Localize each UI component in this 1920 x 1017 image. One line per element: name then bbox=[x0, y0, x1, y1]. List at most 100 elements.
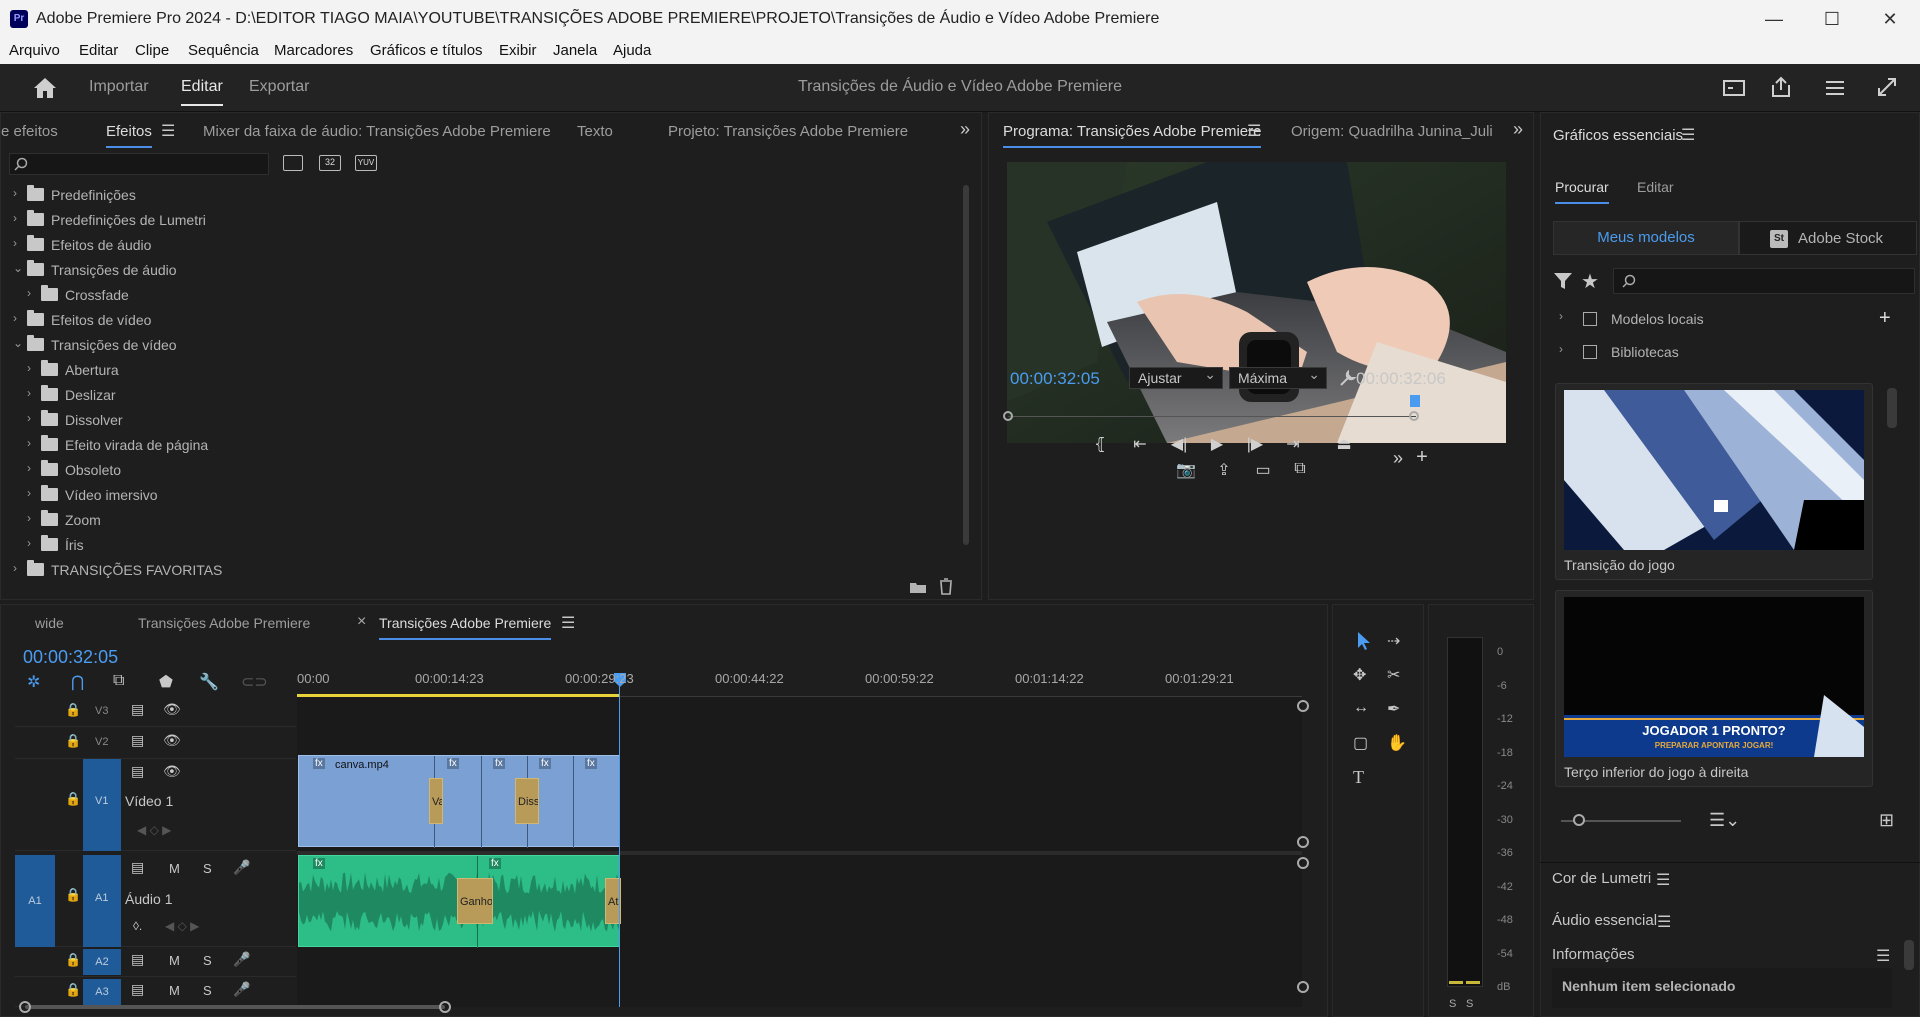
effects-tree-item[interactable]: › TRANSIÇÕES FAVORITAS bbox=[13, 558, 713, 582]
eye-icon[interactable]: 👁 bbox=[163, 763, 181, 780]
type-tool-icon[interactable]: T bbox=[1353, 767, 1364, 788]
tab-texto[interactable]: Texto bbox=[577, 123, 613, 140]
informacoes-header[interactable]: Informações bbox=[1552, 946, 1635, 963]
tab-origem[interactable]: Origem: Quadrilha Junina_Juli bbox=[1291, 123, 1493, 140]
chevron-down-icon[interactable]: ⌄ bbox=[13, 336, 25, 350]
sync-lock-icon[interactable]: ▤ bbox=[131, 763, 144, 780]
volume-keyframe-icon[interactable]: ◊. bbox=[133, 919, 142, 933]
effects-tree-item[interactable]: › Crossfade bbox=[27, 283, 727, 307]
new-bin-icon[interactable] bbox=[909, 580, 927, 594]
step-back-icon[interactable]: ◀| bbox=[1166, 434, 1192, 454]
chevron-right-icon[interactable]: › bbox=[27, 386, 39, 400]
lock-icon[interactable]: 🔒 bbox=[65, 791, 81, 807]
lock-icon[interactable]: 🔒 bbox=[65, 733, 81, 749]
monitor-menu-icon[interactable]: ☰ bbox=[1247, 121, 1261, 141]
share-icon[interactable] bbox=[1770, 76, 1792, 98]
vscroll-handle-top[interactable] bbox=[1297, 700, 1309, 712]
monitor-time-ruler[interactable] bbox=[1008, 403, 1416, 417]
more-controls-icon[interactable]: » bbox=[1385, 448, 1411, 469]
effects-scrollbar[interactable] bbox=[963, 185, 969, 545]
voiceover-mic-icon[interactable]: 🎤 bbox=[233, 981, 250, 998]
solo-right-button[interactable]: S bbox=[1466, 998, 1473, 1010]
thumbnail-size-handle[interactable] bbox=[1573, 814, 1585, 826]
voiceover-mic-icon[interactable]: 🎤 bbox=[233, 859, 250, 876]
tab-editar[interactable]: Editar bbox=[1637, 179, 1674, 195]
rectangle-tool-icon[interactable]: ▢ bbox=[1353, 733, 1368, 753]
chevron-right-icon[interactable]: › bbox=[27, 411, 39, 425]
chevron-right-icon[interactable]: › bbox=[13, 561, 25, 575]
audio-clip[interactable]: fx fx Ganho At bbox=[298, 855, 621, 948]
timeline-timecode[interactable]: 00:00:32:05 bbox=[23, 647, 118, 668]
solo-button[interactable]: S bbox=[203, 953, 212, 968]
effects-tree-item[interactable]: › Predefinições bbox=[13, 183, 713, 207]
menu-ajuda[interactable]: Ajuda bbox=[613, 42, 651, 59]
template-card[interactable]: JOGADOR 1 PRONTO? PREPARAR APONTAR JOGAR… bbox=[1555, 590, 1873, 787]
chevron-right-icon[interactable]: › bbox=[13, 236, 25, 250]
effects-tree-item[interactable]: ⌄ Transições de áudio bbox=[13, 258, 713, 282]
tab-sequence-2[interactable]: Transições Adobe Premiere bbox=[379, 615, 552, 640]
menu-clipe[interactable]: Clipe bbox=[135, 42, 169, 59]
mute-button[interactable]: M bbox=[169, 983, 180, 998]
eye-icon[interactable]: 👁 bbox=[163, 732, 181, 749]
effects-tree-item[interactable]: › Efeitos de vídeo bbox=[13, 308, 713, 332]
template-card[interactable]: Transição do jogo bbox=[1555, 383, 1873, 580]
tab-projeto[interactable]: Projeto: Transições Adobe Premiere bbox=[668, 123, 908, 140]
timeline-hscroll[interactable] bbox=[25, 1005, 445, 1009]
menu-graficos[interactable]: Gráficos e títulos bbox=[370, 42, 483, 59]
mark-in-icon[interactable]: ⦃ bbox=[1087, 434, 1113, 454]
edit-point[interactable] bbox=[481, 756, 482, 848]
track-select-tool-icon[interactable]: ⇢ bbox=[1387, 631, 1400, 651]
lock-icon[interactable]: 🔒 bbox=[65, 887, 81, 903]
menu-sequencia[interactable]: Sequência bbox=[188, 42, 259, 59]
close-button[interactable]: ✕ bbox=[1870, 6, 1910, 32]
extract-icon[interactable]: ⇪ bbox=[1211, 460, 1237, 480]
meus-modelos-tab[interactable]: Meus modelos bbox=[1553, 221, 1739, 255]
slip-tool-icon[interactable]: ↔ bbox=[1353, 699, 1369, 717]
effects-tree-item[interactable]: › Predefinições de Lumetri bbox=[13, 208, 713, 232]
menu-exibir[interactable]: Exibir bbox=[499, 42, 537, 59]
effects-tree-item[interactable]: › Efeito virada de página bbox=[27, 433, 727, 457]
ripple-edit-tool-icon[interactable]: ✥ bbox=[1353, 665, 1366, 685]
effects-tree-item[interactable]: › Obsoleto bbox=[27, 458, 727, 482]
effects-tree-item[interactable]: › Zoom bbox=[27, 508, 727, 532]
sync-lock-icon[interactable]: ▤ bbox=[131, 732, 144, 749]
tab-sequence-1[interactable]: Transições Adobe Premiere bbox=[138, 615, 310, 631]
tab-programa[interactable]: Programa: Transições Adobe Premiere bbox=[1003, 123, 1262, 148]
comparison-view-icon[interactable]: ⧉ bbox=[1287, 460, 1313, 478]
effects-tree-item[interactable]: › Abertura bbox=[27, 358, 727, 382]
solo-button[interactable]: S bbox=[203, 983, 212, 998]
chevron-right-icon[interactable]: › bbox=[27, 436, 39, 450]
chevron-right-icon[interactable]: › bbox=[27, 486, 39, 500]
vscroll-handle-audio-top[interactable] bbox=[1297, 857, 1309, 869]
chevron-right-icon[interactable]: › bbox=[27, 536, 39, 550]
tab-efeitos[interactable]: Efeitos bbox=[106, 123, 152, 148]
maximize-button[interactable]: ☐ bbox=[1812, 6, 1852, 32]
linked-selection-icon[interactable]: ⧉ bbox=[113, 672, 124, 690]
vscroll-handle-bottom[interactable] bbox=[1297, 836, 1309, 848]
track-label-a3[interactable]: A3 bbox=[83, 979, 121, 1005]
sort-menu-icon[interactable]: ☰⌄ bbox=[1709, 810, 1740, 831]
pen-tool-icon[interactable]: ✒ bbox=[1387, 699, 1400, 719]
selection-tool-icon[interactable] bbox=[1355, 631, 1373, 651]
timeline-settings-icon[interactable]: 🔧 bbox=[199, 672, 219, 692]
chevron-right-icon[interactable]: › bbox=[13, 186, 25, 200]
star-icon[interactable]: ★ bbox=[1581, 269, 1599, 294]
templates-scrollbar[interactable] bbox=[1887, 388, 1897, 428]
export-frame-icon[interactable]: 📷 bbox=[1173, 460, 1199, 480]
hscroll-handle-left[interactable] bbox=[19, 1001, 31, 1013]
accelerated-effects-icon[interactable] bbox=[283, 155, 303, 171]
effects-tree-item[interactable]: ⌄ Transições de vídeo bbox=[13, 333, 713, 357]
eg-search-input[interactable] bbox=[1613, 268, 1915, 294]
go-to-out-icon[interactable]: ⇥ bbox=[1280, 434, 1306, 454]
captions-track-icon[interactable]: ⊂⊃ bbox=[241, 672, 268, 692]
effects-search-input[interactable] bbox=[9, 153, 269, 175]
zoom-handle-right[interactable] bbox=[1409, 411, 1419, 421]
overflow-chevron-icon[interactable]: » bbox=[1513, 119, 1523, 140]
video-clip[interactable]: fx canva.mp4 fx fx fx fx Va Diss bbox=[298, 755, 620, 848]
snap-icon[interactable]: ⋂ bbox=[71, 672, 84, 692]
cor-de-lumetri-header[interactable]: Cor de Lumetri bbox=[1552, 870, 1651, 887]
chevron-right-icon[interactable]: › bbox=[27, 286, 39, 300]
eg-menu-icon[interactable]: ☰ bbox=[1681, 125, 1695, 145]
menu-editar[interactable]: Editar bbox=[79, 42, 118, 59]
sync-lock-icon[interactable]: ▤ bbox=[131, 859, 144, 876]
